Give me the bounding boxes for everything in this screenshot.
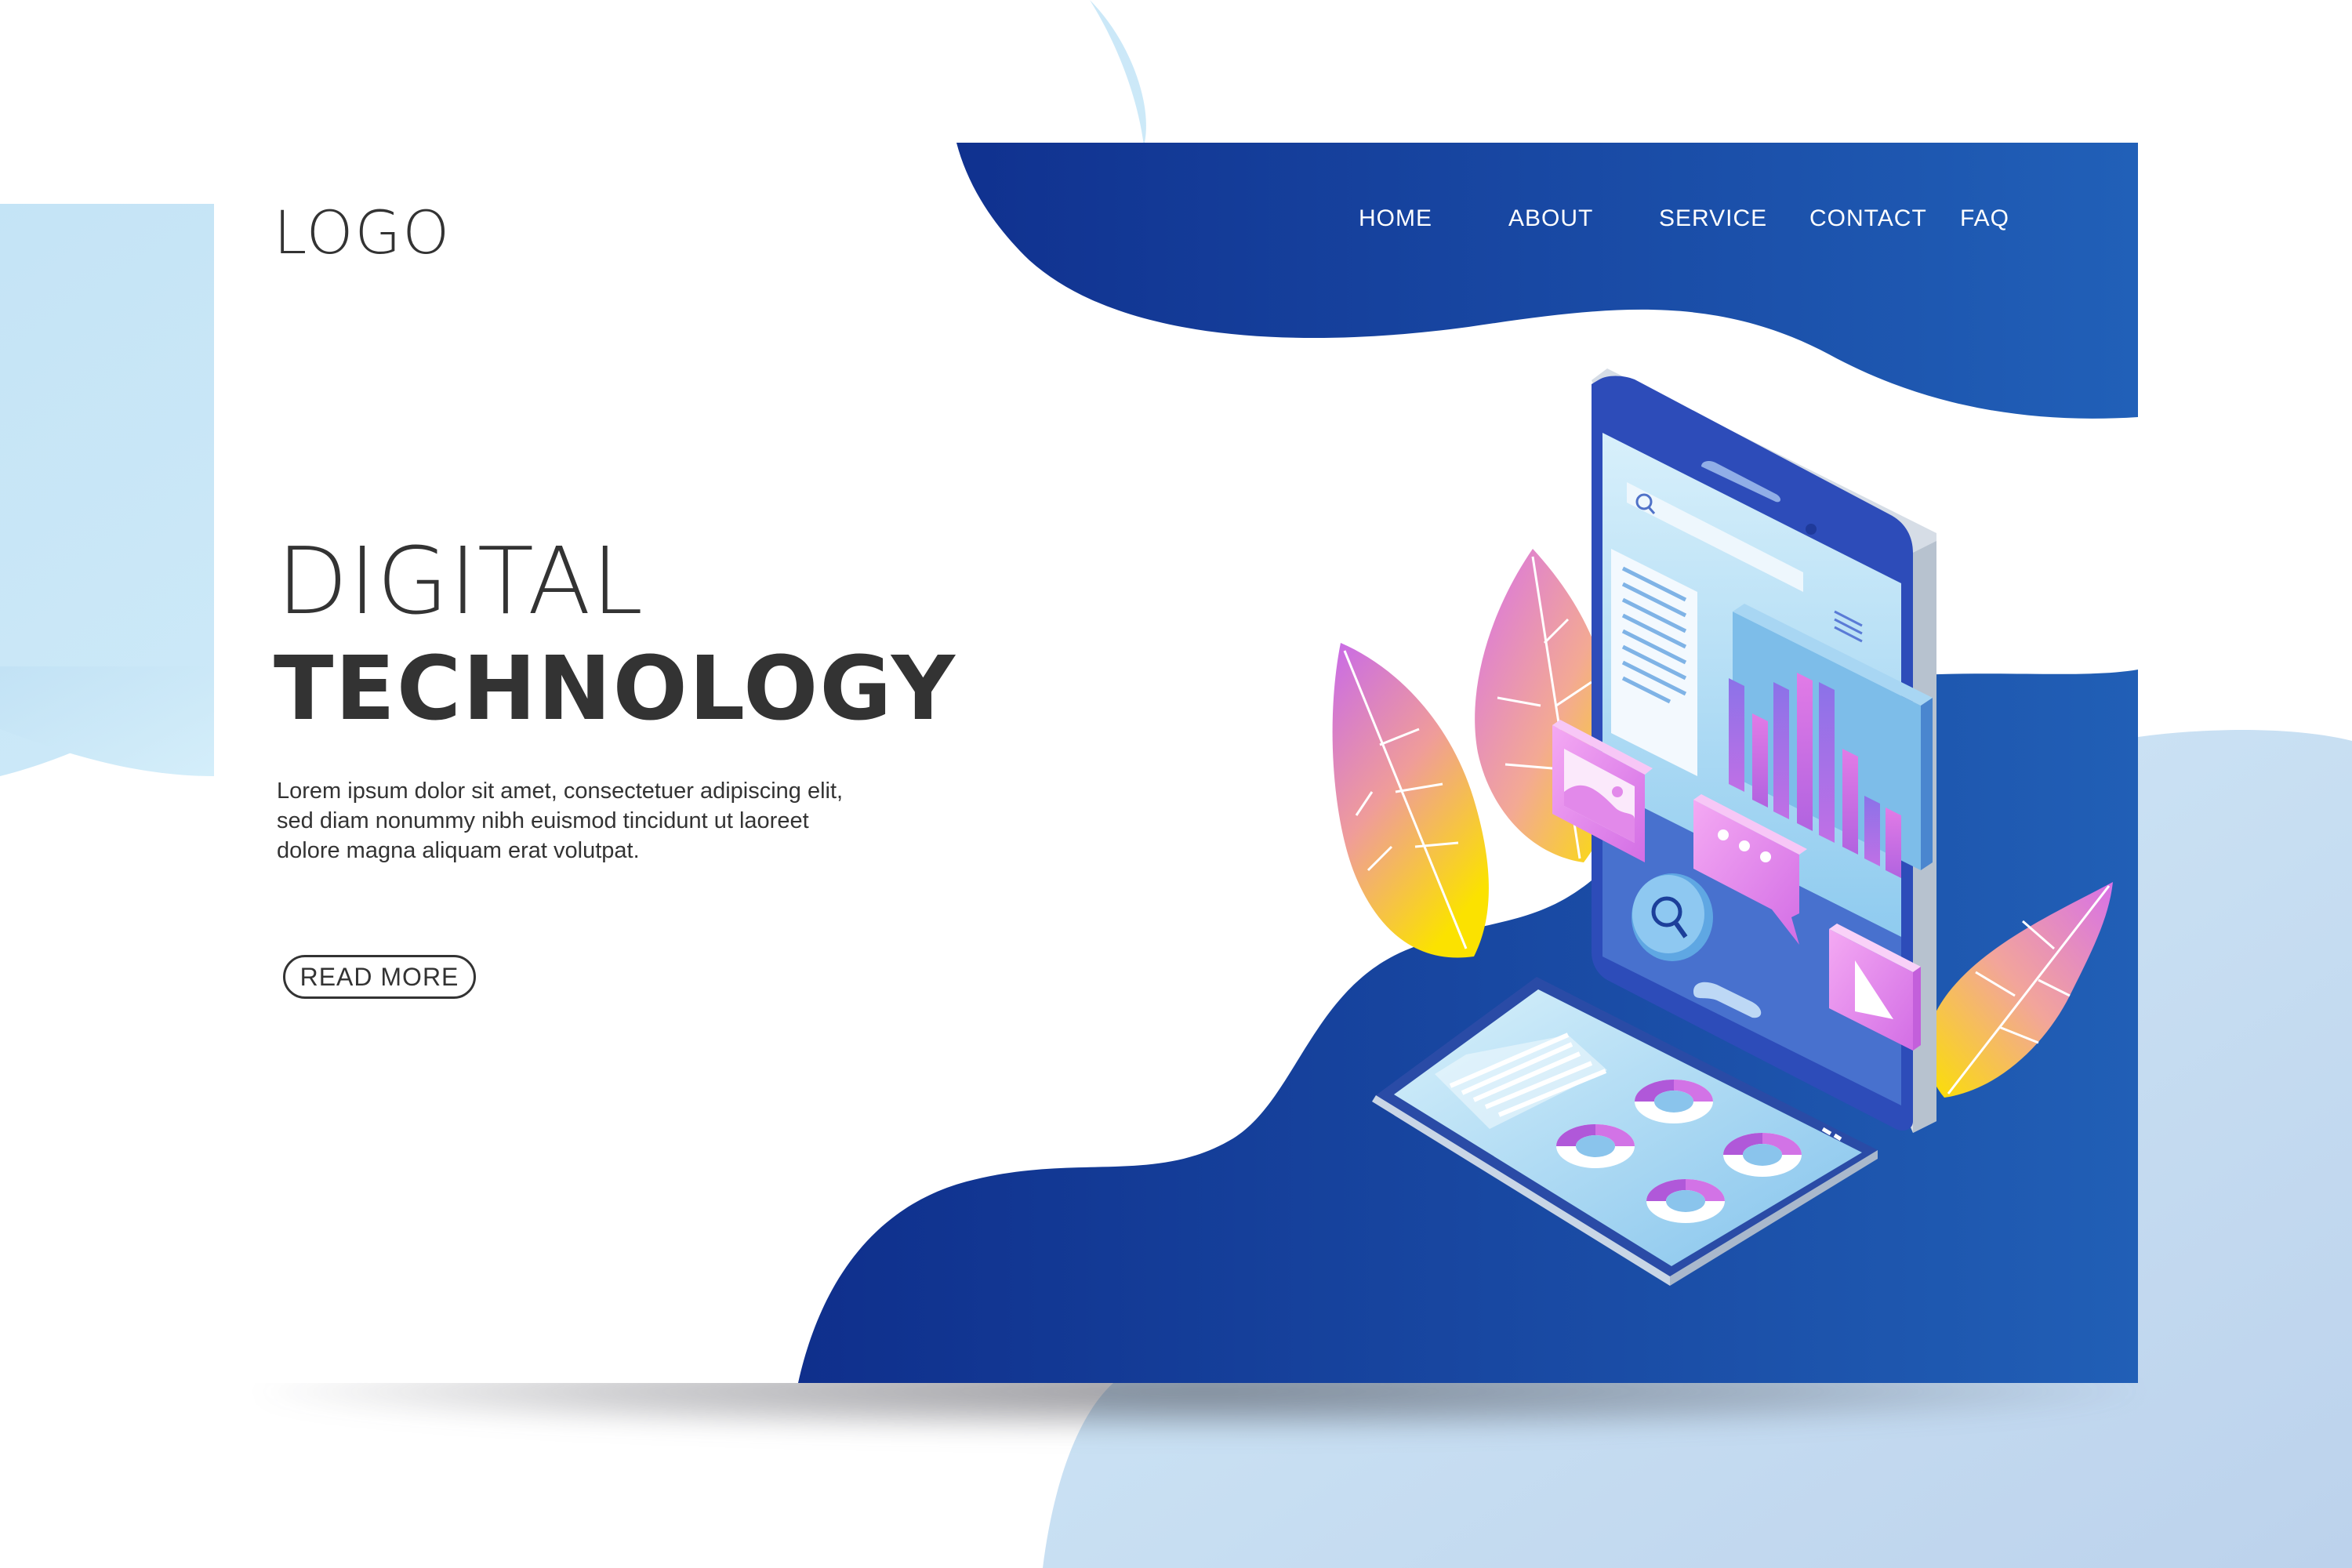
hero-description-line: Lorem ipsum dolor sit amet, consectetuer… (277, 779, 844, 804)
main-nav: HOME ABOUT SERVICE CONTACT FAQ (214, 205, 2138, 252)
nav-contact[interactable]: CONTACT (1809, 205, 1927, 232)
headline-digital: DIGITAL (277, 527, 644, 635)
landing-card: LOGO HOME ABOUT SERVICE CONTACT FAQ DIGI… (214, 143, 2138, 1383)
top-wave (956, 143, 2138, 419)
hero-description: Lorem ipsum dolor sit amet, consectetuer… (277, 776, 865, 866)
nav-faq[interactable]: FAQ (1960, 205, 2009, 232)
hero-description-line: sed diam nonummy nibh euismod tincidunt … (277, 808, 809, 833)
bottom-wave (798, 670, 2138, 1383)
read-more-button[interactable]: READ MORE (283, 955, 476, 999)
card-blue-waves (798, 143, 2138, 1383)
nav-home[interactable]: HOME (1359, 205, 1432, 232)
nav-service[interactable]: SERVICE (1659, 205, 1767, 232)
nav-about[interactable]: ABOUT (1508, 205, 1593, 232)
hero-description-line: dolore magna aliquam erat volutpat. (277, 838, 640, 863)
headline-technology: TECHNOLOGY (274, 638, 956, 740)
